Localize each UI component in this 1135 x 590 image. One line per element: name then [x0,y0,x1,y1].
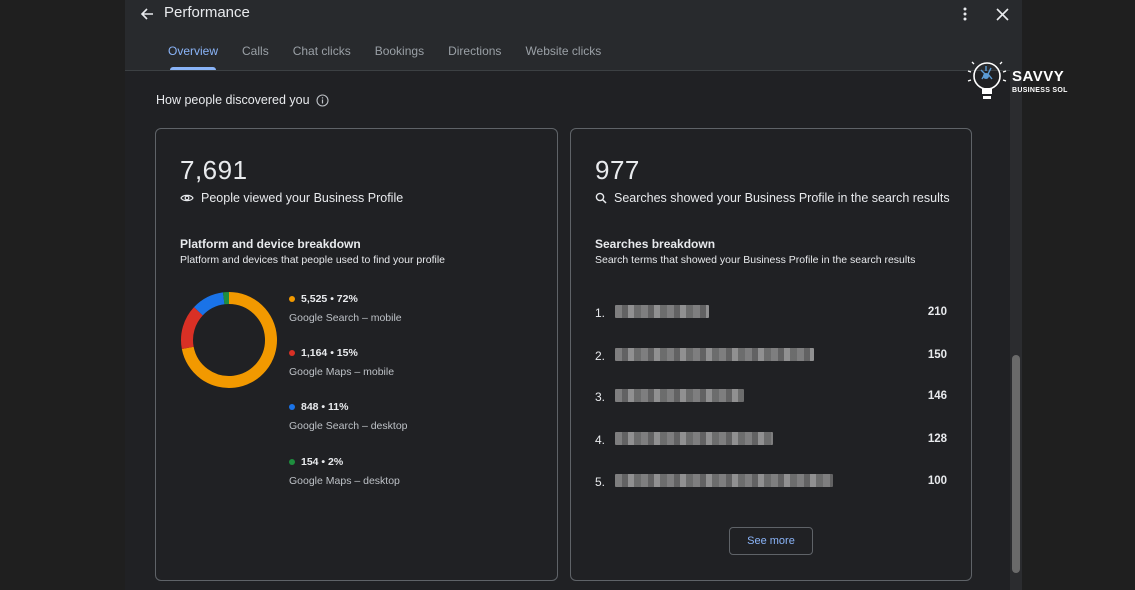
profile-views-card: 7,691 People viewed your Business Profil… [155,128,558,581]
close-button[interactable] [991,3,1013,25]
tab-overview[interactable]: Overview [156,36,230,70]
legend-dot [289,459,295,465]
info-icon[interactable] [316,93,329,107]
performance-panel: Performance Overview Calls Chat clicks B… [125,0,1022,590]
logo-subtitle: BUSINESS SOL [1012,87,1068,94]
logo-name: SAVVY [1012,68,1065,85]
blurred-search-term [615,474,833,487]
row-index: 2. [595,349,606,363]
row-count: 100 [927,475,947,487]
legend-label: Google Search – desktop [289,420,408,432]
views-total: 7,691 [180,155,248,185]
legend-label: Google Search – mobile [289,312,402,324]
searches-breakdown-title: Searches breakdown [595,237,716,251]
blurred-search-term [615,432,773,445]
back-button[interactable] [133,3,161,25]
row-index: 4. [595,433,606,447]
legend-dot [289,296,295,302]
section-heading: How people discovered you [156,93,329,107]
blurred-search-term [615,389,744,402]
platform-breakdown-title: Platform and device breakdown [180,237,361,251]
donut-segment-search-desktop [194,292,225,316]
search-term-row: 5. 100 [595,474,947,490]
legend-item-maps-desktop: 154 • 2% Google Maps – desktop [289,456,400,487]
search-term-row: 1. 210 [595,305,947,321]
header: Performance Overview Calls Chat clicks B… [125,0,1022,71]
row-count: 146 [927,390,947,402]
more-options-button[interactable] [956,3,974,25]
legend-label: Google Maps – mobile [289,366,395,378]
legend-item-search-mobile: 5,525 • 72% Google Search – mobile [289,293,402,324]
search-icon [595,192,607,204]
legend-value: 5,525 • 72% [301,293,358,305]
tab-bookings[interactable]: Bookings [363,36,436,70]
searches-card: 977 Searches showed your Business Profil… [570,128,972,581]
legend-dot [289,350,295,356]
legend-dot [289,404,295,410]
eye-icon [180,194,194,202]
section-title: How people discovered you [156,93,310,107]
tab-bar: Overview Calls Chat clicks Bookings Dire… [156,36,613,70]
searches-label: Searches showed your Business Profile in… [614,191,950,205]
platform-breakdown-subtitle: Platform and devices that people used to… [180,254,445,266]
page-title: Performance [164,4,250,21]
tab-calls[interactable]: Calls [230,36,281,70]
donut-segment-maps-mobile [181,307,203,349]
blurred-search-term [615,305,709,318]
tab-directions[interactable]: Directions [436,36,513,70]
tab-website-clicks[interactable]: Website clicks [513,36,613,70]
row-index: 1. [595,306,606,320]
views-caption: People viewed your Business Profile [180,191,403,205]
searches-caption: Searches showed your Business Profile in… [595,191,950,205]
legend-label: Google Maps – desktop [289,475,400,487]
scrollbar-thumb[interactable] [1012,355,1020,573]
searches-total: 977 [595,155,640,185]
legend-value: 848 • 11% [301,401,349,413]
see-more-button[interactable]: See more [729,527,813,555]
legend-item-maps-mobile: 1,164 • 15% Google Maps – mobile [289,347,394,378]
row-count: 210 [927,306,947,318]
views-label: People viewed your Business Profile [201,191,404,205]
more-vert-icon [963,7,967,21]
legend-value: 154 • 2% [301,456,344,468]
row-count: 128 [927,433,947,445]
search-term-row: 4. 128 [595,432,947,448]
arrow-left-icon [140,8,153,20]
close-icon [995,7,1009,21]
tab-chat-clicks[interactable]: Chat clicks [281,36,363,70]
blurred-search-term [615,348,814,361]
searches-breakdown-subtitle: Search terms that showed your Business P… [595,254,916,266]
legend-value: 1,164 • 15% [301,347,358,359]
row-count: 150 [927,349,947,361]
row-index: 3. [595,390,606,404]
legend-item-search-desktop: 848 • 11% Google Search – desktop [289,401,408,432]
search-term-row: 2. 150 [595,348,947,364]
row-index: 5. [595,475,606,489]
platform-donut-chart [181,292,277,388]
search-term-row: 3. 146 [595,389,947,405]
